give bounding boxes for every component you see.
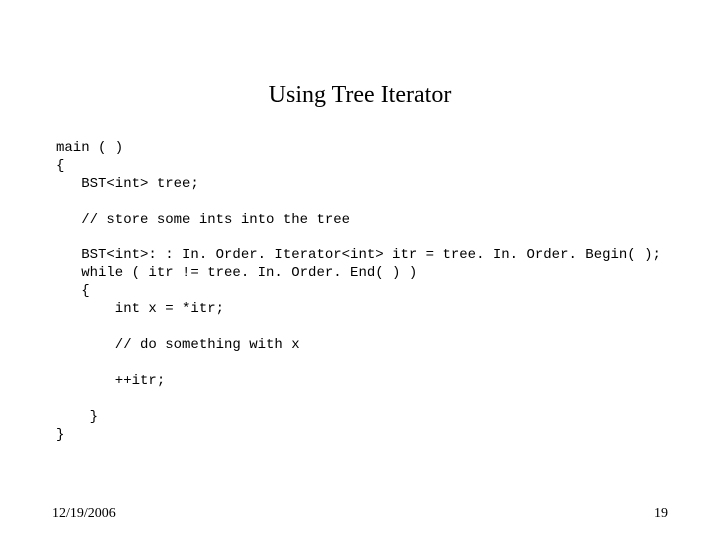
slide: Using Tree Iterator main ( ) { BST<int> … [0, 0, 720, 540]
slide-title: Using Tree Iterator [0, 82, 720, 109]
footer-date: 12/19/2006 [52, 506, 116, 522]
footer-page-number: 19 [654, 506, 668, 522]
code-block: main ( ) { BST<int> tree; // store some … [56, 140, 664, 444]
